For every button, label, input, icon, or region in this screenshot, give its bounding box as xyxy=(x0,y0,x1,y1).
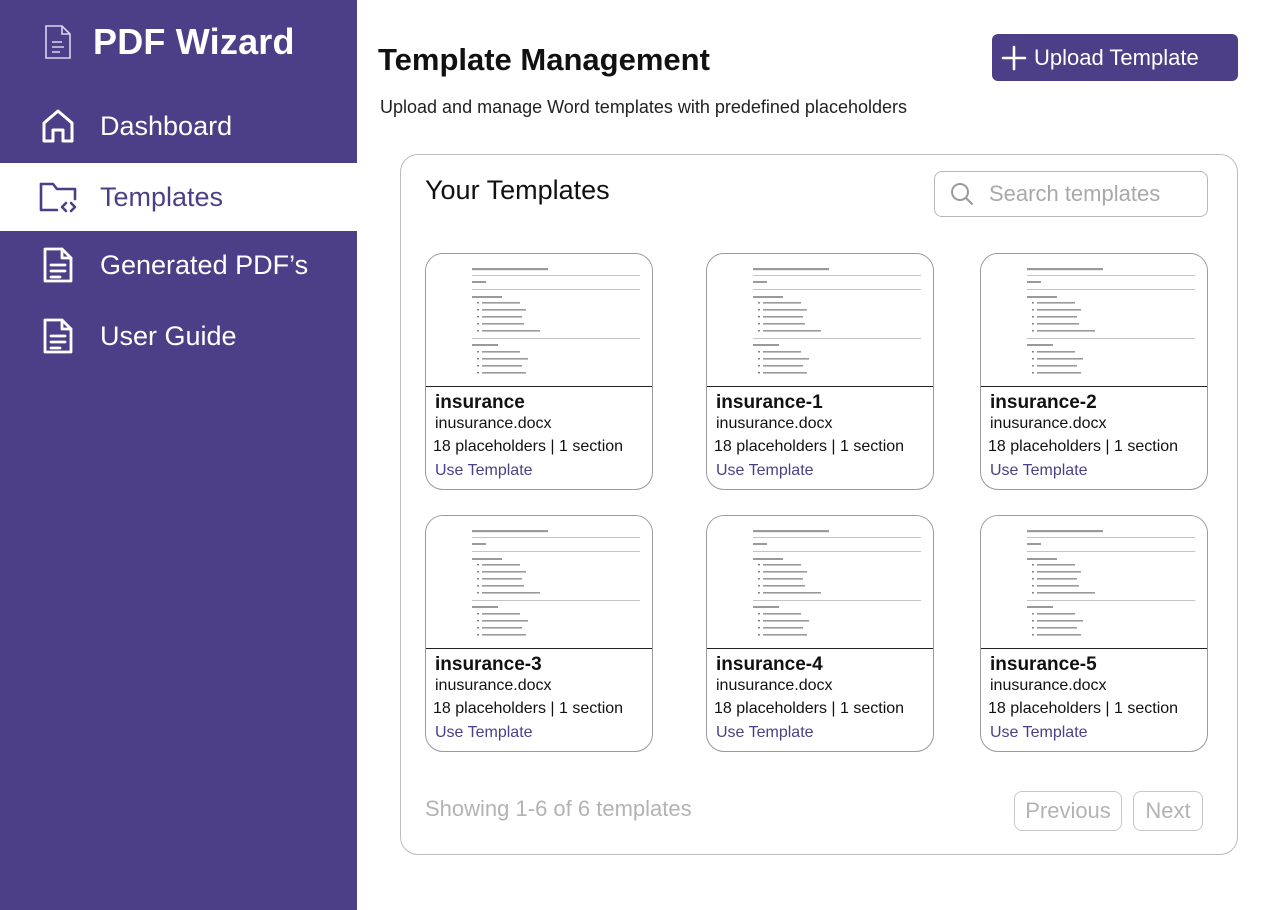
use-template-link[interactable]: Use Template xyxy=(716,462,814,480)
file-text-icon xyxy=(38,245,78,285)
template-thumbnail xyxy=(426,516,652,649)
use-template-link[interactable]: Use Template xyxy=(435,462,533,480)
template-name: insurance-5 xyxy=(990,654,1097,675)
search-input[interactable] xyxy=(989,181,1189,207)
pagination-status: Showing 1-6 of 6 templates xyxy=(425,796,692,821)
template-name: insurance xyxy=(435,392,525,413)
use-template-link[interactable]: Use Template xyxy=(435,724,533,742)
template-filename: inusurance.docx xyxy=(990,677,1107,694)
upload-template-label: Upload Template xyxy=(1034,44,1199,70)
sidebar-item-label: Templates xyxy=(100,181,224,212)
template-thumbnail xyxy=(426,254,652,387)
file-text-icon xyxy=(38,316,78,356)
templates-panel: Your Templates Search templates insuranc… xyxy=(400,154,1238,855)
template-filename: inusurance.docx xyxy=(990,415,1107,432)
app-title: PDF Wizard xyxy=(93,21,295,62)
sidebar-item-label: Generated PDF’s xyxy=(100,249,309,280)
template-name: insurance-2 xyxy=(990,392,1097,413)
folder-code-icon xyxy=(38,177,78,217)
upload-template-button[interactable]: Upload Template xyxy=(992,34,1238,81)
plus-icon xyxy=(998,42,1030,74)
template-thumbnail xyxy=(981,516,1207,649)
use-template-link[interactable]: Use Template xyxy=(990,462,1088,480)
sidebar-item-dashboard[interactable]: Dashboard xyxy=(0,92,357,160)
template-thumbnail xyxy=(707,254,933,387)
page-title: Template Management xyxy=(378,42,710,77)
document-icon xyxy=(40,22,76,62)
template-card: insurance-2 inusurance.docx 18 placehold… xyxy=(980,253,1208,490)
next-button[interactable]: Next xyxy=(1133,791,1203,831)
template-card: insurance-5 inusurance.docx 18 placehold… xyxy=(980,515,1208,752)
brand: PDF Wizard xyxy=(40,20,295,64)
template-meta: 18 placeholders | 1 section xyxy=(714,700,905,717)
template-filename: inusurance.docx xyxy=(435,677,552,694)
template-thumbnail xyxy=(707,516,933,649)
page-subtitle: Upload and manage Word templates with pr… xyxy=(380,97,907,117)
sidebar-item-user-guide[interactable]: User Guide xyxy=(0,302,357,370)
template-meta: 18 placeholders | 1 section xyxy=(988,438,1179,455)
template-filename: inusurance.docx xyxy=(716,415,833,432)
sidebar-item-generated-pdfs[interactable]: Generated PDF’s xyxy=(0,231,357,299)
template-card: insurance inusurance.docx 18 placeholder… xyxy=(425,253,653,490)
sidebar-item-templates[interactable]: Templates xyxy=(0,163,357,231)
template-card: insurance-3 inusurance.docx 18 placehold… xyxy=(425,515,653,752)
panel-title: Your Templates xyxy=(425,175,610,205)
template-thumbnail xyxy=(981,254,1207,387)
template-meta: 18 placeholders | 1 section xyxy=(433,700,624,717)
template-meta: 18 placeholders | 1 section xyxy=(433,438,624,455)
template-meta: 18 placeholders | 1 section xyxy=(714,438,905,455)
sidebar-item-label: Dashboard xyxy=(100,110,233,141)
template-filename: inusurance.docx xyxy=(435,415,552,432)
template-name: insurance-3 xyxy=(435,654,542,675)
template-card: insurance-4 inusurance.docx 18 placehold… xyxy=(706,515,934,752)
template-name: insurance-4 xyxy=(716,654,823,675)
use-template-link[interactable]: Use Template xyxy=(990,724,1088,742)
sidebar-item-label: User Guide xyxy=(100,320,237,351)
use-template-link[interactable]: Use Template xyxy=(716,724,814,742)
template-filename: inusurance.docx xyxy=(716,677,833,694)
home-icon xyxy=(38,106,78,146)
search-box[interactable] xyxy=(934,171,1208,217)
template-meta: 18 placeholders | 1 section xyxy=(988,700,1179,717)
template-name: insurance-1 xyxy=(716,392,823,413)
sidebar: PDF Wizard Dashboard Templates Generated… xyxy=(0,0,357,910)
search-icon xyxy=(949,181,975,207)
previous-button[interactable]: Previous xyxy=(1014,791,1122,831)
template-card: insurance-1 inusurance.docx 18 placehold… xyxy=(706,253,934,490)
